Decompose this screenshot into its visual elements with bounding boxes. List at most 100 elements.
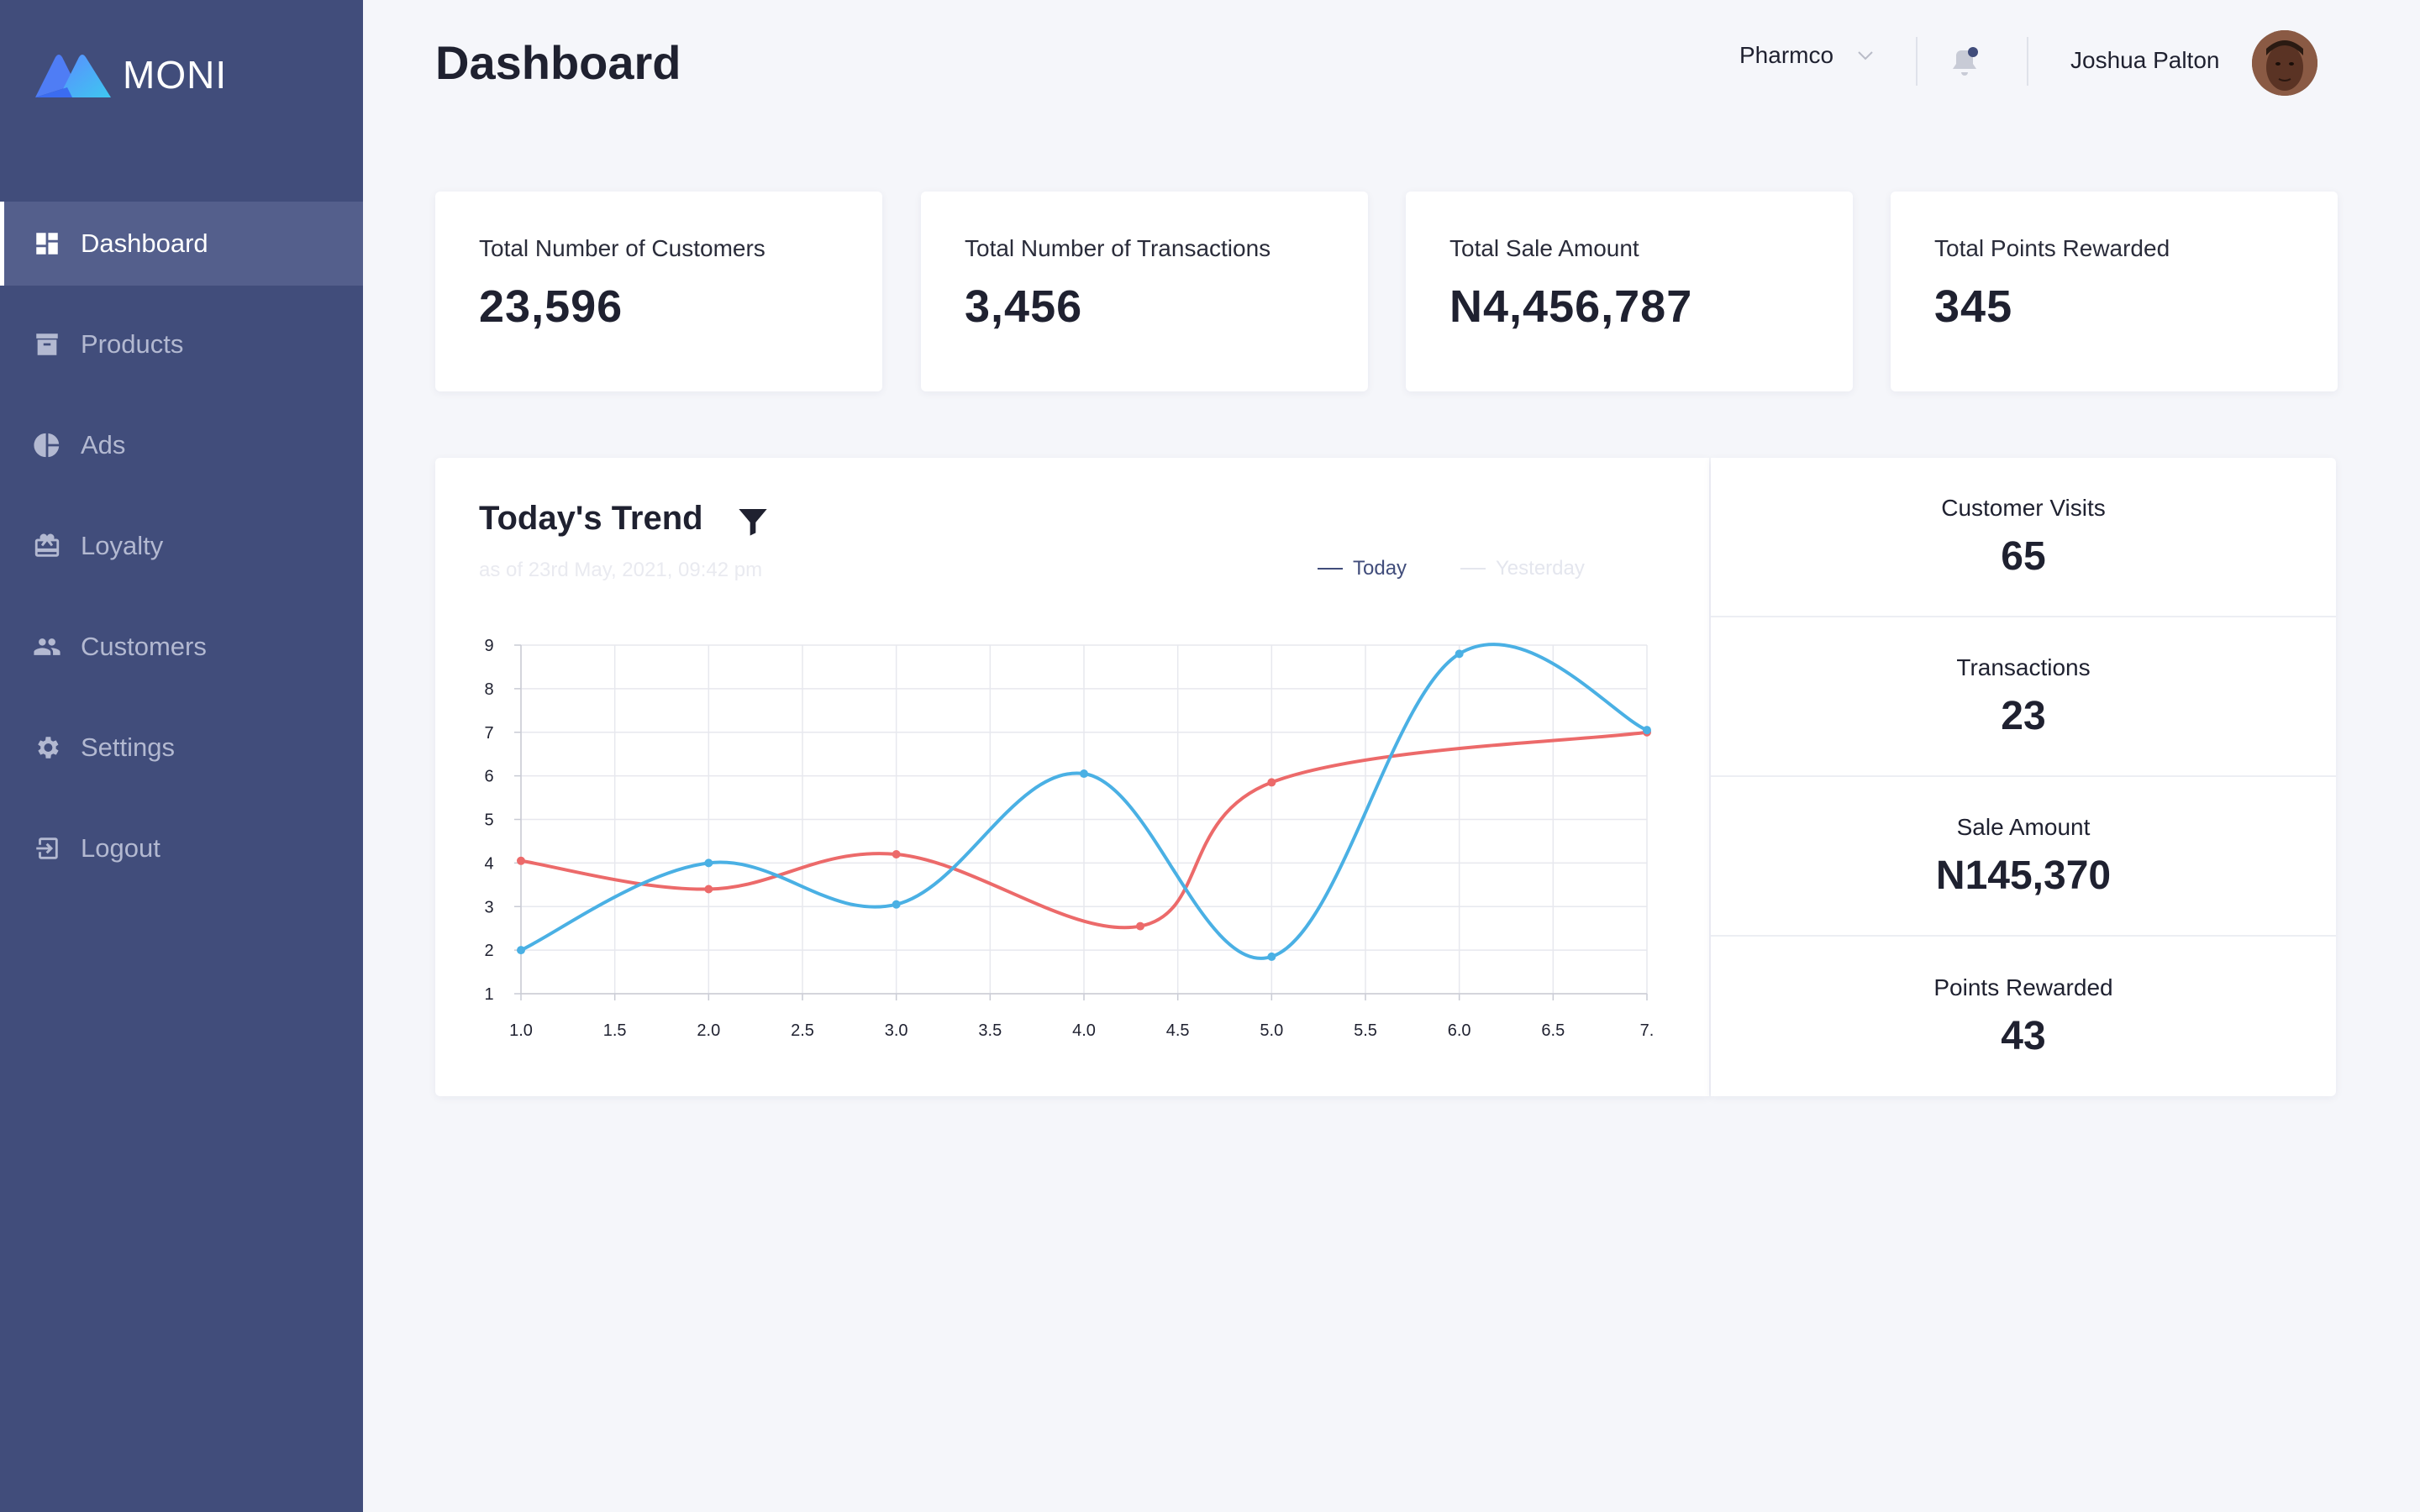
stat-value: N4,456,787 [1449,281,1693,332]
stat-value: 3,456 [965,281,1083,332]
data-point-yesterday [892,850,901,858]
x-tick-label: 6.5 [1541,1021,1565,1040]
x-tick-label: 3.5 [978,1021,1002,1040]
sidebar-item-ads[interactable]: Ads [0,403,363,487]
legend-label: Yesterday [1496,557,1585,580]
x-tick-label: 2.0 [697,1021,720,1040]
x-tick-label: 7. [1640,1021,1655,1040]
stat-value: 345 [1934,281,2013,332]
x-tick-label: 5.0 [1260,1021,1283,1040]
sidebar-item-label: Ads [81,430,126,459]
trend-chart: 1.0 1.5 2.0 2.5 3.0 3.5 4.0 4.5 5.0 5.5 6.0 6.5 7. 1 2… [484,637,1655,1040]
stat-card-sale-amount: Total Sale Amount N4,456,787 [1406,192,1853,391]
legend-yesterday[interactable]: Yesterday [1460,557,1585,580]
sidebar-item-loyalty[interactable]: Loyalty [0,504,363,588]
metric-value: N145,370 [1935,853,2112,898]
data-point-yesterday [1267,778,1276,787]
metric-label: Transactions [1956,654,2091,680]
data-point-today [892,900,901,909]
sidebar-item-settings[interactable]: Settings [0,706,363,790]
logout-icon [32,833,62,864]
people-icon [32,632,62,662]
legend-today[interactable]: Today [1318,557,1407,580]
x-tick-label: 4.5 [1166,1021,1190,1040]
x-tick-label: 3.0 [885,1021,908,1040]
sidebar: MONI Dashboard Products Ads Loyalty Cust… [0,0,363,1512]
x-tick-label: 6.0 [1448,1021,1471,1040]
user-name[interactable]: Joshua Palton [2070,47,2219,74]
metric-value: 23 [2001,693,2046,738]
data-point-yesterday [517,856,525,865]
y-tick-label: 5 [484,811,493,830]
sidebar-item-label: Customers [81,632,207,661]
stat-label: Total Number of Transactions [965,235,1271,261]
sidebar-item-label: Products [81,329,184,359]
stat-value: 23,596 [479,281,623,332]
gift-card-icon [32,531,62,561]
y-tick-label: 6 [484,768,493,786]
stat-card-transactions: Total Number of Transactions 3,456 [921,192,1368,391]
pie-chart-icon [32,430,62,460]
data-point-today [1080,769,1088,779]
y-tick-label: 2 [484,942,493,960]
sidebar-nav: Dashboard Products Ads Loyalty Customers [0,202,363,907]
brand-name: MONI [123,53,228,97]
y-tick-label: 9 [484,637,493,655]
avatar[interactable] [2252,30,2317,96]
stat-card-points: Total Points Rewarded 345 [1891,192,2338,391]
data-point-today [517,946,525,955]
notifications-button[interactable] [1946,42,1983,82]
sidebar-item-logout[interactable]: Logout [0,806,363,890]
filter-icon[interactable] [736,505,770,538]
stat-label: Total Sale Amount [1449,235,1639,261]
trend-panel: 1.0 1.5 2.0 2.5 3.0 3.5 4.0 4.5 5.0 5.5 6.0 6.5 7. 1 2… [435,458,1709,1096]
x-tick-label: 4.0 [1072,1021,1096,1040]
sidebar-item-products[interactable]: Products [0,302,363,386]
trend-timestamp: as of 23rd May, 2021, 09:42 pm [479,559,763,581]
y-tick-label: 4 [484,854,493,873]
trend-title: Today's Trend [479,500,703,537]
metric-points-rewarded: Points Rewarded 43 [1711,937,2336,1096]
y-tick-label: 8 [484,680,493,699]
metric-value: 43 [2001,1013,2046,1058]
sidebar-item-label: Logout [81,833,160,863]
company-name: Pharmco [1739,42,1834,68]
stat-label: Total Number of Customers [479,235,765,261]
today-metrics-panel: Customer Visits 65 Transactions 23 Sale … [1711,458,2336,1096]
x-tick-label: 1.5 [603,1021,627,1040]
sidebar-item-dashboard[interactable]: Dashboard [0,202,363,286]
metric-sale-amount: Sale Amount N145,370 [1711,777,2336,937]
dashboard-icon [32,228,62,259]
sidebar-item-label: Dashboard [81,228,208,258]
legend-line [1460,568,1486,570]
x-tick-label: 1.0 [509,1021,533,1040]
data-point-yesterday [704,885,713,894]
metric-label: Customer Visits [1941,494,2106,521]
sidebar-item-customers[interactable]: Customers [0,605,363,689]
archive-box-icon [32,329,62,360]
data-point-today [704,858,713,868]
company-select[interactable]: Pharmco [1739,42,1876,69]
chevron-down-icon [1858,51,1873,60]
stat-card-customers: Total Number of Customers 23,596 [435,192,882,391]
sidebar-item-label: Settings [81,732,176,762]
page-title: Dashboard [435,36,681,89]
metric-value: 65 [2001,533,2046,579]
x-tick-label: 5.5 [1354,1021,1377,1040]
y-tick-label: 7 [484,724,493,743]
gear-icon [32,732,62,763]
data-point-yesterday [1136,921,1144,931]
y-tick-label: 1 [484,985,493,1004]
metric-transactions: Transactions 23 [1711,617,2336,777]
brand-logo[interactable]: MONI [34,49,227,101]
notification-dot [1968,47,1978,57]
metric-label: Sale Amount [1956,813,2091,840]
legend-label: Today [1353,557,1407,580]
stat-label: Total Points Rewarded [1934,235,2170,261]
header-divider [2027,37,2028,86]
sidebar-item-label: Loyalty [81,531,164,560]
metric-customer-visits: Customer Visits 65 [1711,458,2336,617]
y-tick-label: 3 [484,898,493,916]
legend-line [1318,568,1343,570]
data-point-today [1267,952,1276,961]
